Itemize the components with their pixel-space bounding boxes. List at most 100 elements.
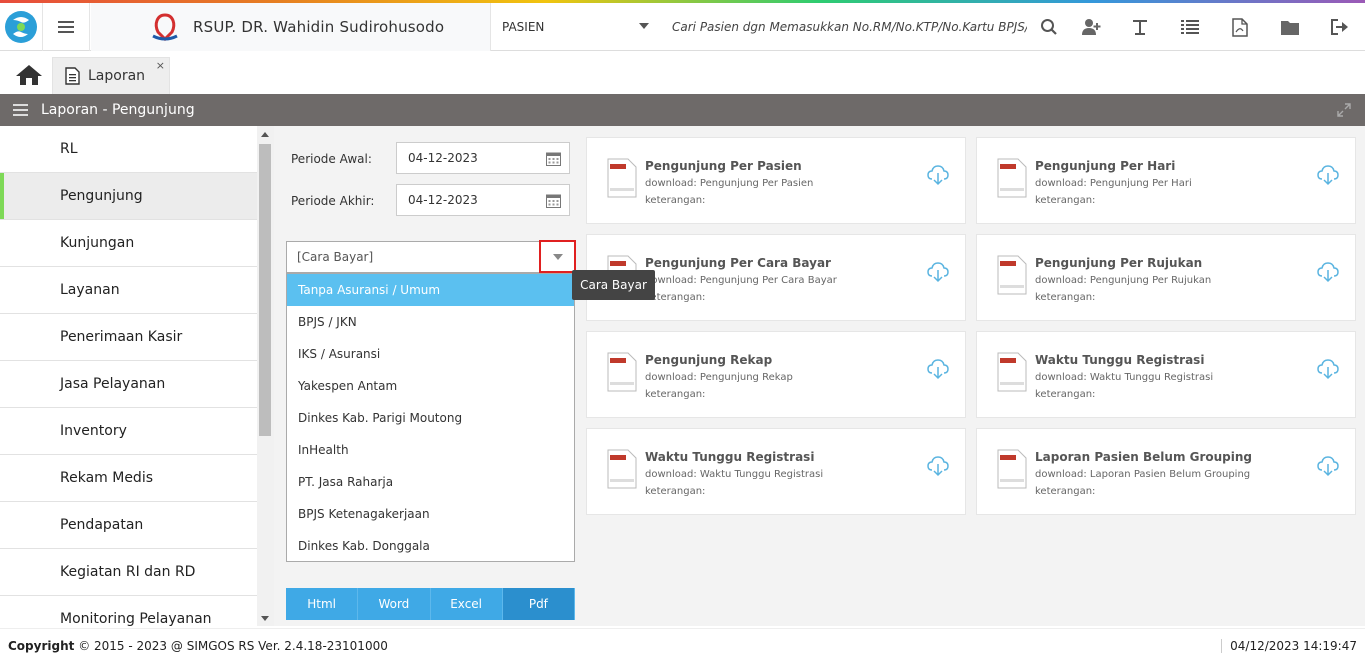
cloud-download-icon[interactable] <box>1317 455 1339 477</box>
report-card[interactable]: Pengunjung Per Hari download: Pengunjung… <box>976 137 1356 224</box>
folder-icon[interactable] <box>1278 15 1302 39</box>
report-card[interactable]: Waktu Tunggu Registrasi download: Waktu … <box>586 428 966 515</box>
copyright-icon: © <box>78 639 91 653</box>
patient-search-input[interactable]: Cari Pasien dgn Memasukkan No.RM/No.KTP/… <box>672 3 1027 51</box>
close-icon[interactable]: × <box>156 59 165 72</box>
pdf-file-icon <box>607 449 637 489</box>
cara-bayar-dropdown-list: Tanpa Asuransi / Umum BPJS / JKN IKS / A… <box>286 273 575 562</box>
expand-icon[interactable] <box>1337 103 1351 117</box>
logout-icon[interactable] <box>1328 15 1352 39</box>
sidebar-item-inventory[interactable]: Inventory <box>0 408 257 455</box>
cloud-download-icon[interactable] <box>1317 261 1339 283</box>
tab-laporan[interactable]: Laporan × <box>52 57 170 94</box>
periode-awal-value: 04-12-2023 <box>408 151 478 165</box>
dropdown-option[interactable]: PT. Jasa Raharja <box>287 466 574 498</box>
report-card[interactable]: Laporan Pasien Belum Grouping download: … <box>976 428 1356 515</box>
dropdown-option[interactable]: Dinkes Kab. Parigi Moutong <box>287 402 574 434</box>
sidebar-item-label: Penerimaan Kasir <box>60 329 183 345</box>
report-download-text: download: Waktu Tunggu Registrasi <box>1035 372 1214 383</box>
report-card[interactable]: Pengunjung Rekap download: Pengunjung Re… <box>586 331 966 418</box>
cloud-download-icon[interactable] <box>1317 358 1339 380</box>
report-card[interactable]: Pengunjung Per Pasien download: Pengunju… <box>586 137 966 224</box>
cloud-download-icon[interactable] <box>927 358 949 380</box>
sidebar-item-rl[interactable]: RL <box>0 126 257 173</box>
brand[interactable]: RSUP. DR. Wahidin Sudirohusodo <box>91 3 491 51</box>
cloud-download-icon[interactable] <box>927 261 949 283</box>
category-select[interactable]: PASIEN <box>491 3 661 51</box>
sidebar-item-label: Monitoring Pelayanan <box>60 611 212 626</box>
sidebar-item-kunjungan[interactable]: Kunjungan <box>0 220 257 267</box>
dropdown-option[interactable]: IKS / Asuransi <box>287 338 574 370</box>
sidebar-item-label: Jasa Pelayanan <box>60 376 166 392</box>
text-icon[interactable] <box>1128 15 1152 39</box>
calendar-icon[interactable] <box>546 193 561 208</box>
sidebar-scrollbar[interactable] <box>257 126 274 626</box>
periode-akhir-input[interactable]: 04-12-2023 <box>396 184 570 216</box>
panel-header: Laporan - Pengunjung <box>0 94 1365 126</box>
panel-title: Laporan - Pengunjung <box>41 102 195 118</box>
report-keterangan: keterangan: <box>1035 389 1096 400</box>
dropdown-option[interactable]: BPJS / JKN <box>287 306 574 338</box>
report-card[interactable]: Waktu Tunggu Registrasi download: Waktu … <box>976 331 1356 418</box>
periode-awal-input[interactable]: 04-12-2023 <box>396 142 570 174</box>
sidebar-item-pengunjung[interactable]: Pengunjung <box>0 173 257 220</box>
sidebar-item-label: Inventory <box>60 423 127 439</box>
search-icon[interactable] <box>1037 15 1061 39</box>
report-keterangan: keterangan: <box>645 389 706 400</box>
sidebar-item-rekam-medis[interactable]: Rekam Medis <box>0 455 257 502</box>
tab-bar: Laporan × <box>0 52 1365 94</box>
sidebar-item-label: Layanan <box>60 282 120 298</box>
report-card[interactable]: Pengunjung Per Rujukan download: Pengunj… <box>976 234 1356 321</box>
periode-akhir-label: Periode Akhir: <box>291 194 375 208</box>
app-logo-icon[interactable] <box>0 3 42 51</box>
export-button-group: Html Word Excel Pdf <box>286 588 575 620</box>
cloud-download-icon[interactable] <box>927 164 949 186</box>
report-title: Waktu Tunggu Registrasi <box>1035 353 1205 367</box>
dropdown-option[interactable]: Tanpa Asuransi / Umum <box>287 274 574 306</box>
home-icon[interactable] <box>15 64 43 86</box>
pdf-file-icon <box>607 158 637 198</box>
export-pdf-button[interactable]: Pdf <box>502 588 575 620</box>
pdf-file-icon <box>997 449 1027 489</box>
sidebar-item-monitoring-pelayanan[interactable]: Monitoring Pelayanan <box>0 596 257 626</box>
cloud-download-icon[interactable] <box>1317 164 1339 186</box>
dropdown-option[interactable]: BPJS Ketenagakerjaan <box>287 498 574 530</box>
scrollbar-thumb[interactable] <box>259 144 271 436</box>
report-keterangan: keterangan: <box>645 195 706 206</box>
sidebar-item-penerimaan-kasir[interactable]: Penerimaan Kasir <box>0 314 257 361</box>
list-icon[interactable] <box>1178 15 1202 39</box>
dropdown-option[interactable]: InHealth <box>287 434 574 466</box>
panel-menu-icon[interactable] <box>13 104 28 116</box>
calendar-icon[interactable] <box>546 151 561 166</box>
sidebar-item-pendapatan[interactable]: Pendapatan <box>0 502 257 549</box>
copyright-label: Copyright <box>8 639 75 653</box>
cara-bayar-select[interactable]: [Cara Bayar] <box>286 241 575 273</box>
cloud-download-icon[interactable] <box>927 455 949 477</box>
export-excel-button[interactable]: Excel <box>430 588 503 620</box>
sidebar-item-jasa-pelayanan[interactable]: Jasa Pelayanan <box>0 361 257 408</box>
footer: Copyright © 2015 - 2023 @ SIMGOS RS Ver.… <box>0 628 1365 663</box>
periode-awal-label: Periode Awal: <box>291 152 372 166</box>
report-title: Laporan Pasien Belum Grouping <box>1035 450 1253 464</box>
export-html-button[interactable]: Html <box>286 588 359 620</box>
chevron-down-icon <box>639 23 649 29</box>
add-user-icon[interactable] <box>1079 15 1103 39</box>
report-download-text: download: Pengunjung Per Cara Bayar <box>645 275 837 286</box>
hospital-logo-icon <box>149 12 181 42</box>
scroll-down-icon[interactable] <box>261 616 269 621</box>
sidebar-item-kegiatan-ri-rd[interactable]: Kegiatan RI dan RD <box>0 549 257 596</box>
cara-bayar-dropdown-button[interactable] <box>539 240 576 273</box>
report-cards-area: Pengunjung Per Pasien download: Pengunju… <box>581 126 1365 626</box>
dropdown-option[interactable]: Dinkes Kab. Donggala <box>287 530 574 561</box>
copyright-text: 2015 - 2023 @ SIMGOS RS Ver. 2.4.18-2310… <box>94 639 388 653</box>
report-title: Pengunjung Per Hari <box>1035 159 1176 173</box>
dropdown-option[interactable]: Yakespen Antam <box>287 370 574 402</box>
pdf-icon[interactable] <box>1228 15 1252 39</box>
report-download-text: download: Waktu Tunggu Registrasi <box>645 469 824 480</box>
hamburger-icon <box>58 21 74 33</box>
scroll-up-icon[interactable] <box>261 132 269 137</box>
menu-toggle-button[interactable] <box>42 3 90 51</box>
sidebar-item-layanan[interactable]: Layanan <box>0 267 257 314</box>
cara-bayar-placeholder: [Cara Bayar] <box>297 250 374 264</box>
export-word-button[interactable]: Word <box>358 588 431 620</box>
